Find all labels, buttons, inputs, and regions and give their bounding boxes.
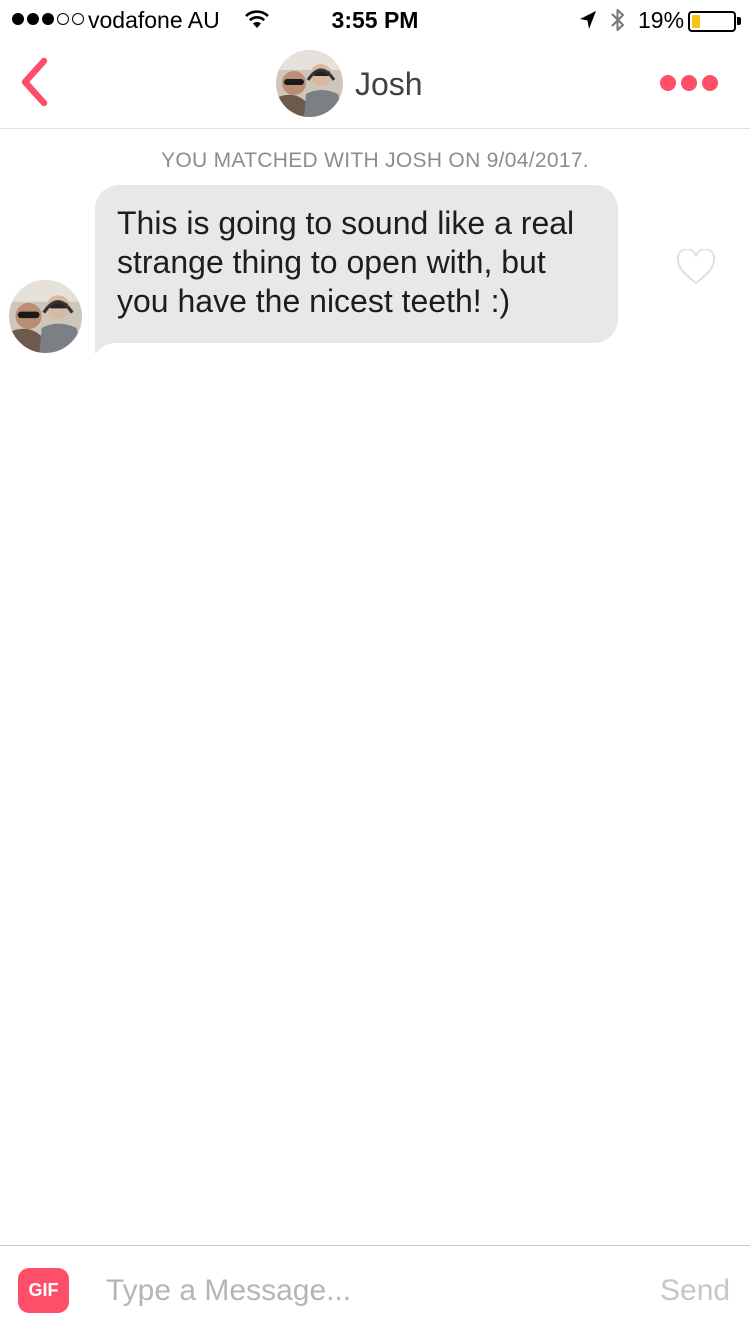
match-notice: YOU MATCHED WITH JOSH ON 9/04/2017. bbox=[161, 149, 589, 172]
profile-photo bbox=[276, 50, 343, 117]
profile-photo bbox=[9, 280, 82, 353]
bubble-tail bbox=[95, 328, 116, 354]
chat-header: Josh bbox=[0, 40, 750, 129]
message-avatar[interactable] bbox=[9, 280, 82, 353]
battery-nub bbox=[737, 17, 741, 25]
more-dots-icon bbox=[660, 75, 676, 91]
message-input[interactable] bbox=[100, 1266, 630, 1316]
send-button[interactable]: Send bbox=[660, 1274, 730, 1308]
back-button[interactable] bbox=[14, 56, 58, 108]
status-bar: vodafone AU 3:55 PM 19% bbox=[0, 0, 750, 40]
message-bubble[interactable]: This is going to sound like a real stran… bbox=[95, 185, 618, 343]
battery-percentage: 19% bbox=[638, 7, 685, 33]
location-arrow-icon bbox=[580, 11, 596, 29]
more-options-button[interactable] bbox=[656, 68, 722, 98]
avatar[interactable] bbox=[276, 50, 343, 117]
gif-button[interactable]: GIF bbox=[18, 1268, 69, 1313]
heart-icon bbox=[676, 248, 716, 285]
contact-name[interactable]: Josh bbox=[355, 66, 423, 103]
chevron-left-icon bbox=[21, 57, 48, 107]
more-dots-icon bbox=[702, 75, 718, 91]
like-message-button[interactable] bbox=[676, 248, 716, 287]
more-dots-icon bbox=[681, 75, 697, 91]
bluetooth-icon bbox=[611, 9, 624, 31]
battery-level bbox=[692, 15, 700, 28]
battery-icon bbox=[688, 11, 736, 32]
message-composer: GIF Send bbox=[0, 1245, 750, 1334]
